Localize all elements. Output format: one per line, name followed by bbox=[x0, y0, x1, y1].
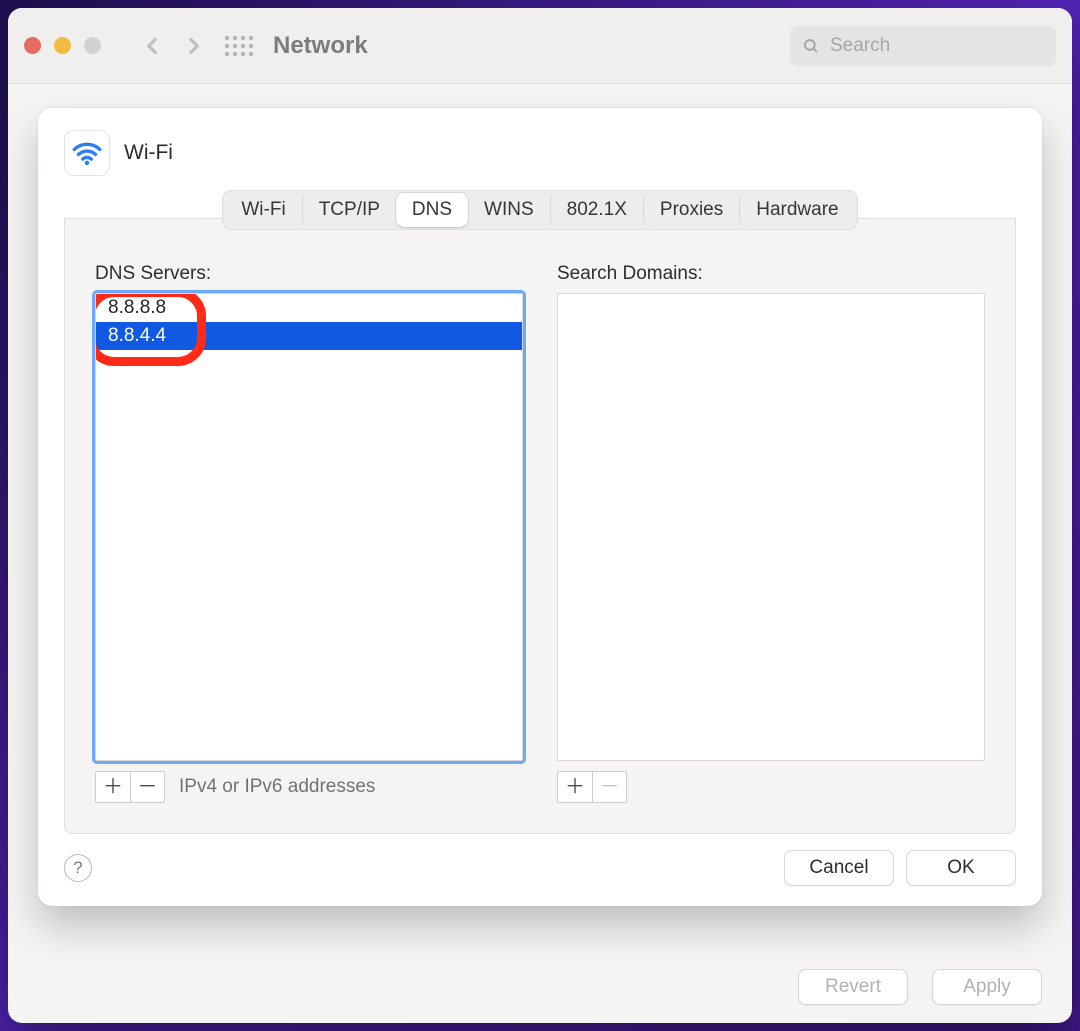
dns-servers-label: DNS Servers: bbox=[95, 263, 523, 285]
apply-button[interactable]: Apply bbox=[932, 969, 1042, 1005]
tab-bar: Wi-FiTCP/IPDNSWINS802.1XProxiesHardware bbox=[222, 190, 857, 230]
dns-servers-column: DNS Servers: 8.8.8.88.8.4.4 ＋ － IPv4 or … bbox=[95, 263, 523, 803]
dns-remove-button[interactable]: － bbox=[130, 772, 164, 802]
close-window-button[interactable] bbox=[24, 37, 41, 54]
search-domains-column: Search Domains: ＋ － bbox=[557, 263, 985, 803]
dns-servers-list[interactable]: 8.8.8.88.8.4.4 bbox=[95, 293, 523, 761]
tab-dns[interactable]: DNS bbox=[396, 193, 468, 227]
revert-button[interactable]: Revert bbox=[798, 969, 908, 1005]
ok-button[interactable]: OK bbox=[906, 850, 1016, 886]
help-button[interactable]: ? bbox=[64, 854, 92, 882]
sheet-title: Wi-Fi bbox=[124, 141, 173, 165]
window-title: Network bbox=[273, 32, 368, 60]
search-domains-label: Search Domains: bbox=[557, 263, 985, 285]
sheet-header: Wi-Fi bbox=[38, 108, 1042, 190]
tab-wins[interactable]: WINS bbox=[468, 193, 550, 227]
cancel-button[interactable]: Cancel bbox=[784, 850, 894, 886]
dns-servers-pm: ＋ － bbox=[95, 771, 165, 803]
dns-server-row[interactable]: 8.8.4.4 bbox=[96, 322, 522, 350]
dns-server-row[interactable]: 8.8.8.8 bbox=[96, 294, 522, 322]
tab-tcp-ip[interactable]: TCP/IP bbox=[302, 193, 396, 227]
dns-pane: DNS Servers: 8.8.8.88.8.4.4 ＋ － IPv4 or … bbox=[64, 218, 1016, 834]
tab-802-1x[interactable]: 802.1X bbox=[550, 193, 643, 227]
sheet-footer: ? Cancel OK bbox=[38, 834, 1042, 906]
zoom-window-button[interactable] bbox=[84, 37, 101, 54]
tab-wi-fi[interactable]: Wi-Fi bbox=[225, 193, 301, 227]
system-preferences-window: Network Search Wi-Fi Wi-FiTCP/IPDNSWINS8… bbox=[8, 8, 1072, 1023]
tab-proxies[interactable]: Proxies bbox=[643, 193, 739, 227]
tab-hardware[interactable]: Hardware bbox=[739, 193, 854, 227]
forward-button[interactable] bbox=[177, 29, 211, 63]
toolbar: Network Search bbox=[8, 8, 1072, 84]
wifi-icon bbox=[64, 130, 110, 176]
minimize-window-button[interactable] bbox=[54, 37, 71, 54]
back-button[interactable] bbox=[135, 29, 169, 63]
search-domains-pm: ＋ － bbox=[557, 771, 627, 803]
dns-add-button[interactable]: ＋ bbox=[96, 772, 130, 802]
wifi-advanced-sheet: Wi-Fi Wi-FiTCP/IPDNSWINS802.1XProxiesHar… bbox=[38, 108, 1042, 906]
show-all-button[interactable] bbox=[225, 36, 253, 56]
search-placeholder: Search bbox=[830, 35, 890, 57]
prefpane-footer: Revert Apply bbox=[786, 969, 1042, 1005]
search-domain-remove-button[interactable]: － bbox=[592, 772, 626, 802]
dns-hint: IPv4 or IPv6 addresses bbox=[179, 776, 375, 798]
search-domains-list[interactable] bbox=[557, 293, 985, 761]
window-controls bbox=[24, 37, 101, 54]
search-field[interactable]: Search bbox=[790, 26, 1056, 66]
search-icon bbox=[802, 37, 820, 55]
search-domain-add-button[interactable]: ＋ bbox=[558, 772, 592, 802]
